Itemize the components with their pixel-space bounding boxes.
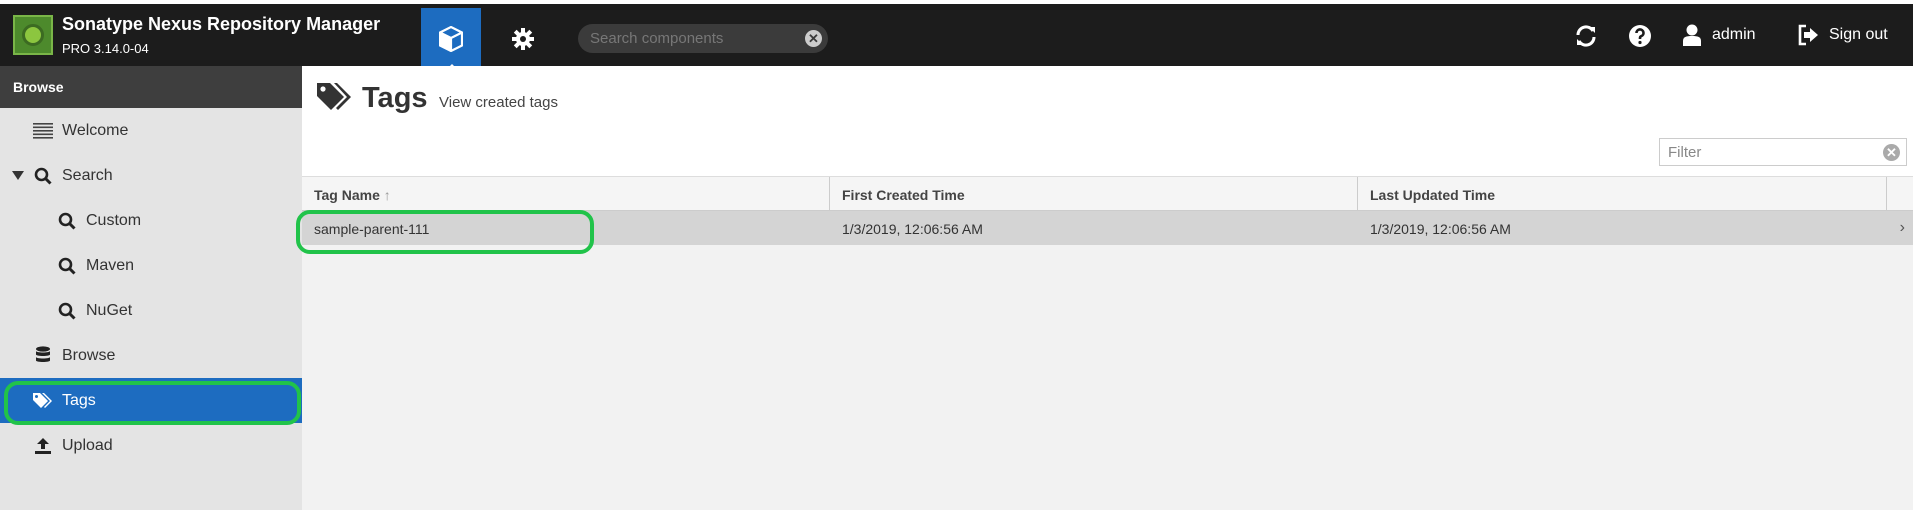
refresh-icon	[1576, 25, 1596, 47]
sign-out-icon	[1798, 24, 1818, 46]
cube-icon	[439, 26, 463, 52]
clear-filter-icon[interactable]: ✕	[1883, 144, 1900, 161]
filter-box: ✕	[1659, 138, 1907, 166]
browse-mode-button[interactable]	[421, 8, 481, 70]
sidebar-item-label: NuGet	[86, 301, 133, 319]
sign-out-button[interactable]: Sign out	[1797, 24, 1888, 46]
sidebar-item-maven[interactable]: Maven	[0, 243, 302, 288]
page-header: Tags View created tags ✕	[302, 66, 1913, 177]
table-header: Tag Name ↑ First Created Time Last Updat…	[302, 177, 1913, 211]
search-icon	[56, 257, 78, 275]
sidebar-item-label: Browse	[62, 346, 116, 364]
user-icon	[1683, 24, 1701, 46]
tags-icon	[316, 82, 354, 119]
page-subtitle: View created tags	[439, 94, 558, 111]
sidebar-item-nuget[interactable]: NuGet	[0, 288, 302, 333]
search-icon	[56, 212, 78, 230]
nexus-logo[interactable]	[13, 15, 53, 55]
help-button[interactable]	[1627, 22, 1653, 50]
filter-input[interactable]	[1668, 143, 1868, 162]
chevron-right-icon[interactable]: ›	[1900, 219, 1905, 237]
sidebar-item-label: Welcome	[62, 121, 129, 139]
search-icon	[32, 167, 54, 185]
search-components: ✕	[578, 24, 828, 53]
clear-search-icon[interactable]: ✕	[805, 30, 822, 47]
highlight-tags-item	[4, 381, 301, 425]
sidebar-item-label: Maven	[86, 256, 135, 274]
gear-icon	[512, 28, 534, 50]
app-title: Sonatype Nexus Repository Manager	[62, 14, 381, 34]
main-content: Tags View created tags ✕ Tag Name ↑ Firs…	[302, 66, 1913, 510]
sidebar-title: Browse	[0, 66, 302, 108]
cell-last-updated: 1/3/2019, 12:06:56 AM	[1370, 221, 1511, 237]
sidebar-item-upload[interactable]: Upload	[0, 423, 302, 468]
page-title: Tags	[362, 82, 428, 114]
list-icon	[32, 122, 54, 140]
app-version: PRO 3.14.0-04	[62, 41, 149, 56]
search-input[interactable]	[590, 28, 790, 49]
help-icon	[1629, 25, 1651, 47]
database-icon	[32, 345, 54, 366]
highlight-tag-name-cell	[296, 210, 594, 254]
refresh-button[interactable]	[1573, 22, 1599, 50]
sidebar-item-custom[interactable]: Custom	[0, 198, 302, 243]
column-header-tag-name[interactable]: Tag Name ↑	[302, 177, 830, 211]
search-icon	[56, 302, 78, 320]
column-header-last-updated[interactable]: Last Updated Time	[1358, 177, 1887, 211]
sidebar-item-browse[interactable]: Browse	[0, 333, 302, 378]
top-bar: Sonatype Nexus Repository Manager PRO 3.…	[0, 0, 1913, 70]
cell-first-created: 1/3/2019, 12:06:56 AM	[842, 221, 983, 237]
sign-out-label: Sign out	[1829, 26, 1888, 43]
sidebar-item-label: Search	[62, 166, 113, 184]
collapse-triangle-icon[interactable]	[12, 171, 24, 180]
column-header-first-created[interactable]: First Created Time	[830, 177, 1358, 211]
sidebar-item-label: Upload	[62, 436, 113, 454]
sidebar: Browse Welcome Search Custom Maven NuGet	[0, 66, 302, 510]
upload-icon	[32, 437, 54, 455]
user-account-button[interactable]: admin	[1682, 24, 1756, 46]
sidebar-item-welcome[interactable]: Welcome	[0, 108, 302, 153]
sort-ascending-icon: ↑	[383, 187, 391, 203]
administration-button[interactable]	[498, 8, 548, 70]
sidebar-item-search[interactable]: Search	[0, 153, 302, 198]
user-name: admin	[1712, 26, 1756, 43]
sidebar-item-label: Custom	[86, 211, 142, 229]
